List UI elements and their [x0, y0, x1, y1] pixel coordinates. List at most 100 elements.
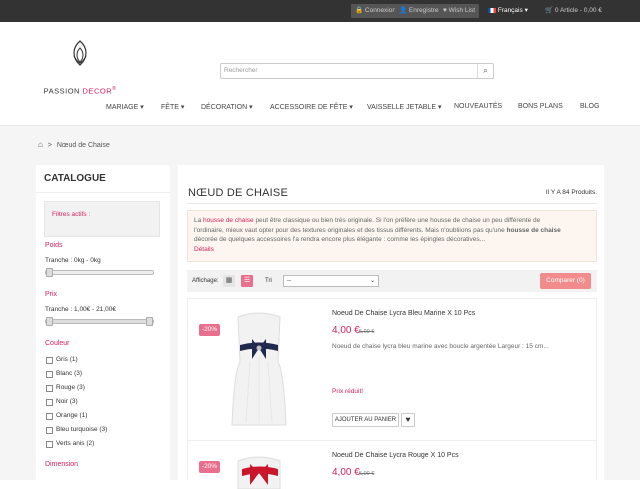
compare-button[interactable]: Comparer (0) [540, 273, 591, 289]
price-slider-min-handle[interactable] [46, 317, 53, 326]
menu-label: BLOG [580, 103, 600, 110]
weight-slider-handle[interactable] [46, 268, 53, 277]
price-slider-max-handle[interactable] [146, 317, 153, 326]
lock-icon: 🔒 [355, 7, 364, 14]
menu-label: DÉCORATION [201, 104, 248, 111]
category-content: NŒUD DE CHAISE Il Y A 84 Produits. La ho… [178, 165, 604, 489]
menu-decoration[interactable]: DÉCORATION ▾ [201, 103, 253, 111]
color-checkbox-orange[interactable] [46, 413, 53, 420]
color-option-label: Orange (1) [56, 412, 88, 419]
product-image[interactable] [228, 449, 290, 489]
product-price: 4,00 € [332, 467, 360, 478]
weight-slider[interactable] [45, 268, 154, 277]
register-label: Enregistrer [408, 7, 441, 14]
color-checkbox-verts-anis[interactable] [46, 441, 53, 448]
desc-text: l'ordinaire, mieux vaut opter pour des t… [194, 226, 507, 234]
facet-color-title: Couleur [45, 340, 70, 347]
login-link[interactable]: 🔒 Connexion [351, 4, 400, 18]
sidebar-title: CATALOGUE [44, 173, 106, 184]
lotus-logo-icon [73, 40, 87, 66]
color-option-label: Rouge (3) [56, 384, 85, 391]
wishlist-heart-icon[interactable]: ♥ [401, 413, 415, 427]
chevron-down-icon: ▾ [524, 7, 528, 14]
menu-accessoire[interactable]: ACCESSOIRE DE FÊTE ▾ [270, 103, 353, 111]
flag-fr-icon [488, 7, 496, 13]
menu-label: ACCESSOIRE DE FÊTE [270, 104, 348, 111]
color-checkbox-rouge[interactable] [46, 385, 53, 392]
active-filters-label: Filtres actifs : [52, 211, 91, 218]
price-reduced-label: Prix réduit! [332, 388, 364, 395]
logo[interactable]: PASSION DECOR® [39, 40, 119, 100]
search-icon[interactable]: ⌕ [477, 64, 493, 78]
desc-link[interactable]: housse de chaise [203, 217, 254, 224]
home-icon[interactable]: ⌂ [38, 140, 43, 149]
cart-icon: 🛒 [545, 7, 554, 14]
menu-label: BONS PLANS [518, 103, 563, 110]
sort-select[interactable]: -- ⌄ [283, 275, 379, 287]
product-price: 4,00 € [332, 325, 360, 336]
search-input[interactable]: Rechercher ⌕ [220, 63, 494, 79]
price-slider[interactable] [45, 317, 154, 326]
product-count: Il Y A 84 Produits. [545, 189, 597, 196]
menu-label: MARIAGE [106, 104, 139, 111]
menu-vaisselle[interactable]: VAISSELLE JETABLE ▾ [367, 103, 441, 111]
search-placeholder: Rechercher [224, 67, 258, 74]
menu-bons-plans[interactable]: BONS PLANS [518, 103, 563, 110]
color-option-label: Verts anis (2) [56, 440, 95, 447]
chevron-down-icon: ⌄ [369, 278, 375, 284]
product-card: -20% Noeud De Chaise Lycra Rouge X 10 Pc… [187, 440, 597, 489]
discount-badge: -20% [199, 461, 220, 473]
wishlist-link[interactable]: ♥ Wish List [439, 4, 480, 18]
product-card: -20% Noeud De Chaise Lycra Bleu Marine X… [187, 298, 597, 444]
product-image[interactable] [228, 307, 290, 427]
breadcrumb-separator: > [47, 142, 52, 149]
color-checkbox-noir[interactable] [46, 399, 53, 406]
color-option-label: Noir (3) [56, 398, 78, 405]
list-icon[interactable]: ☰ [241, 275, 253, 287]
display-label: Affichage: [192, 278, 219, 284]
breadcrumb-current: Nœud de Chaise [56, 142, 110, 149]
active-filters-box: Filtres actifs : [44, 201, 160, 237]
desc-text: peut être classique ou bien très origina… [253, 217, 541, 224]
facet-price-title: Prix [45, 291, 58, 298]
product-name-link[interactable]: Noeud De Chaise Lycra Bleu Marine X 10 P… [332, 310, 475, 317]
logo-text: PASSION DECOR® [39, 86, 121, 96]
logo-word-decor: DECOR [82, 86, 113, 96]
color-checkbox-bleu-turquoise[interactable] [46, 427, 53, 434]
color-checkbox-gris[interactable] [46, 357, 53, 364]
top-bar: 🔒 Connexion 👤 Enregistrer ♥ Wish List Fr… [0, 0, 640, 22]
add-to-cart-button[interactable]: AJOUTER AU PANIER [332, 413, 399, 427]
menu-blog[interactable]: BLOG [580, 103, 599, 110]
details-link[interactable]: Détails [194, 245, 590, 255]
color-option-label: Blanc (3) [56, 370, 83, 377]
language-selector[interactable]: Français ▾ [484, 4, 532, 18]
discount-badge: -20% [199, 324, 220, 336]
product-old-price: 5,00 € [359, 329, 375, 335]
menu-label: VAISSELLE JETABLE [367, 104, 436, 111]
menu-label: FÊTE [161, 104, 179, 111]
menu-label: NOUVEAUTÉS [454, 103, 503, 110]
heart-icon: ♥ [443, 7, 447, 14]
product-name-link[interactable]: Noeud De Chaise Lycra Rouge X 10 Pcs [332, 452, 459, 459]
category-description: La housse de chaise peut être classique … [187, 210, 597, 262]
user-icon: 👤 [399, 7, 408, 14]
sidebar-catalogue: CATALOGUE Filtres actifs : Poids Tranche… [36, 165, 170, 480]
desc-text: décorée de quelques accessoires l'a rend… [194, 236, 486, 243]
language-label: Français [497, 7, 523, 14]
facet-weight-title: Poids [45, 242, 63, 249]
menu-fete[interactable]: FÊTE ▾ [161, 103, 184, 111]
desc-bold: housse de chaise [506, 226, 561, 234]
breadcrumb: ⌂ > Nœud de Chaise [38, 140, 110, 149]
cart-link[interactable]: 🛒 0 Article - 0,00 € [541, 4, 606, 18]
product-toolbar: Affichage: ▦ ☰ Tri -- ⌄ Comparer (0) [187, 270, 597, 292]
register-link[interactable]: 👤 Enregistrer [395, 4, 445, 18]
color-checkbox-blanc[interactable] [46, 371, 53, 378]
menu-mariage[interactable]: MARIAGE ▾ [106, 103, 144, 111]
facet-dimension-title: Dimension [45, 461, 79, 468]
category-title: NŒUD DE CHAISE [188, 187, 288, 199]
menu-nouveautes[interactable]: NOUVEAUTÉS [454, 103, 502, 110]
logo-registered: ® [112, 86, 117, 92]
cart-label: 0 Article - 0,00 € [554, 7, 602, 14]
grid-icon[interactable]: ▦ [223, 275, 235, 287]
header: PASSION DECOR® Rechercher ⌕ MARIAGE ▾ FÊ… [0, 22, 640, 126]
